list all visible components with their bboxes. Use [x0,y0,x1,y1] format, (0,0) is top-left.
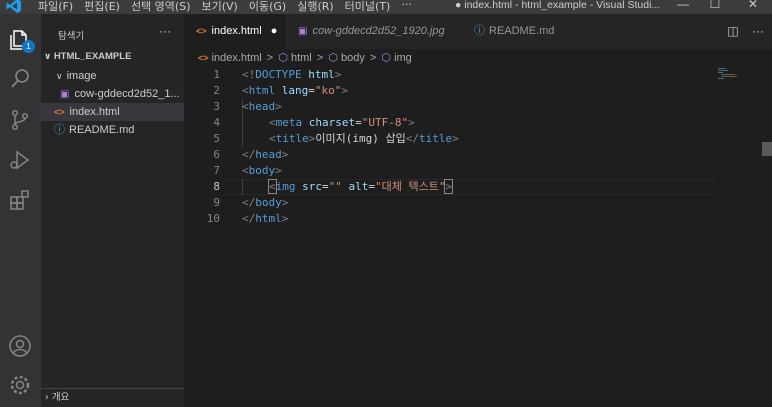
menu-run[interactable]: 실행(R) [297,0,333,14]
minimap[interactable] [718,67,758,79]
explorer-sidebar: 탐색기 ··· ∨ HTML_EXAMPLE ∨ image ▣ cow-gddec… [41,14,184,407]
menu-bar: 파일(F) 편집(E) 선택 영역(S) 보기(V) 이동(G) 실행(R) 터… [38,0,412,14]
breadcrumb-file[interactable]: index.html [212,52,262,64]
chevron-down-icon: ∨ [44,51,54,61]
tree-item-label: cow-gddecd2d52_1... [74,88,180,100]
minimize-button[interactable]: — [668,0,698,11]
breadcrumb-html[interactable]: html [291,52,312,64]
line-number: 3 [213,100,220,113]
tab-label: index.html [211,25,262,37]
menu-edit[interactable]: 편집(E) [84,0,120,14]
code-line: <html lang="ko"> [242,84,348,97]
editor-tabs: <> index.html ● ▣ cow-gddecd2d52_1920.jpg … [184,14,772,49]
menu-terminal[interactable]: 터미널(T) [345,0,391,14]
code-line: </head> [242,148,289,161]
image-file-icon: ▣ [60,89,70,100]
code-line: <meta charset="UTF-8"> [269,116,415,129]
text-cursor [452,180,454,194]
extensions-icon[interactable] [8,188,32,212]
breadcrumb-body[interactable]: body [341,52,365,64]
breadcrumb-separator: > [316,52,324,64]
account-icon[interactable] [8,334,32,358]
source-control-icon[interactable] [8,108,32,132]
tree-file-index-html[interactable]: <> index.html [41,103,184,121]
search-icon[interactable] [8,67,32,91]
code-line: </html> [242,212,289,225]
breadcrumb-separator: > [266,52,274,64]
explorer-icon[interactable]: 1 [8,28,35,53]
line-number: 6 [213,148,220,161]
info-file-icon: ⓘ [474,25,485,37]
html-file-icon: <> [54,107,65,117]
code-line: <body> [242,164,282,177]
code-line: <head> [242,100,282,113]
menu-more[interactable]: ··· [401,0,412,14]
image-file-icon: ▣ [298,26,308,37]
breadcrumb-separator: > [369,52,377,64]
menu-go[interactable]: 이동(G) [249,0,286,14]
title-bar: 파일(F) 편집(E) 선택 영역(S) 보기(V) 이동(G) 실행(R) 터… [0,0,772,14]
tab-index-html[interactable]: <> index.html ● [184,14,286,49]
element-icon: ⬡ [381,52,391,64]
tab-label: cow-gddecd2d52_1920.jpg [312,25,445,37]
tab-cow-image[interactable]: ▣ cow-gddecd2d52_1920.jpg [286,14,462,49]
menu-view[interactable]: 보기(V) [201,0,237,14]
line-number: 1 [213,68,220,81]
more-actions-button[interactable]: ··· [752,24,764,38]
indent-guide [242,179,243,195]
element-icon: ⬡ [328,52,338,64]
line-number: 10 [206,212,220,225]
chevron-down-icon: ∨ [56,71,63,81]
window-title: ● index.html - html_example - Visual Stu… [455,0,661,11]
tree-file-cow-image[interactable]: ▣ cow-gddecd2d52_1... [41,85,184,103]
close-button[interactable]: ✕ [738,0,768,11]
code-line: </body> [242,196,289,209]
tab-readme[interactable]: ⓘ README.md [462,14,562,49]
tab-actions: ◫ ··· [727,14,764,49]
code-line: <title>이미지(img) 삽입</title> [269,132,459,145]
line-number: 5 [213,132,220,145]
tree-item-label: index.html [69,106,120,118]
outline-section[interactable]: › 개요 [41,388,184,407]
explorer-title: 탐색기 [58,31,85,42]
code-line-current: <img src="" alt="대체 텍스트"> [268,179,454,194]
unsaved-dot-icon[interactable]: ● [271,25,278,37]
element-icon: ⬡ [278,52,288,64]
run-debug-icon[interactable] [8,148,32,172]
vscode-window: 파일(F) 편집(E) 선택 영역(S) 보기(V) 이동(G) 실행(R) 터… [0,0,772,407]
line-number: 4 [213,116,220,129]
workspace-root-label: HTML_EXAMPLE [53,51,132,62]
explorer-badge: 1 [22,40,35,53]
info-file-icon: ⓘ [54,124,65,136]
tree-item-label: image [66,70,97,82]
settings-gear-icon[interactable] [8,373,32,397]
menu-selection[interactable]: 선택 영역(S) [131,0,191,14]
code-line: <!DOCTYPE html> [242,68,342,81]
html-file-icon: <> [198,53,209,63]
line-number-current: 8 [213,180,220,193]
line-number: 7 [213,164,220,177]
tree-folder-image[interactable]: ∨ image [41,67,184,85]
scrollbar-thumb[interactable] [762,142,772,156]
vscode-logo-icon [6,0,24,14]
html-file-icon: <> [196,26,207,36]
line-number: 9 [213,196,220,209]
menu-file[interactable]: 파일(F) [38,0,73,14]
tree-item-label: README.md [69,124,135,136]
explorer-more-button[interactable]: ··· [159,24,171,38]
workspace-root[interactable]: ∨ HTML_EXAMPLE [44,51,131,62]
tab-label: README.md [489,25,555,37]
maximize-button[interactable]: ☐ [700,0,730,11]
line-number: 2 [213,84,220,97]
tree-file-readme[interactable]: ⓘ README.md [41,121,184,139]
split-editor-icon[interactable]: ◫ [727,24,738,38]
breadcrumb-img[interactable]: img [394,52,412,64]
breadcrumb: <> index.html > ⬡ html > ⬡ body > ⬡ img [184,49,772,67]
activity-bar: 1 [0,14,41,407]
code-editor[interactable]: 1 2 3 4 5 6 7 8 9 10 <!DOCTYPE html> <ht… [184,67,772,407]
